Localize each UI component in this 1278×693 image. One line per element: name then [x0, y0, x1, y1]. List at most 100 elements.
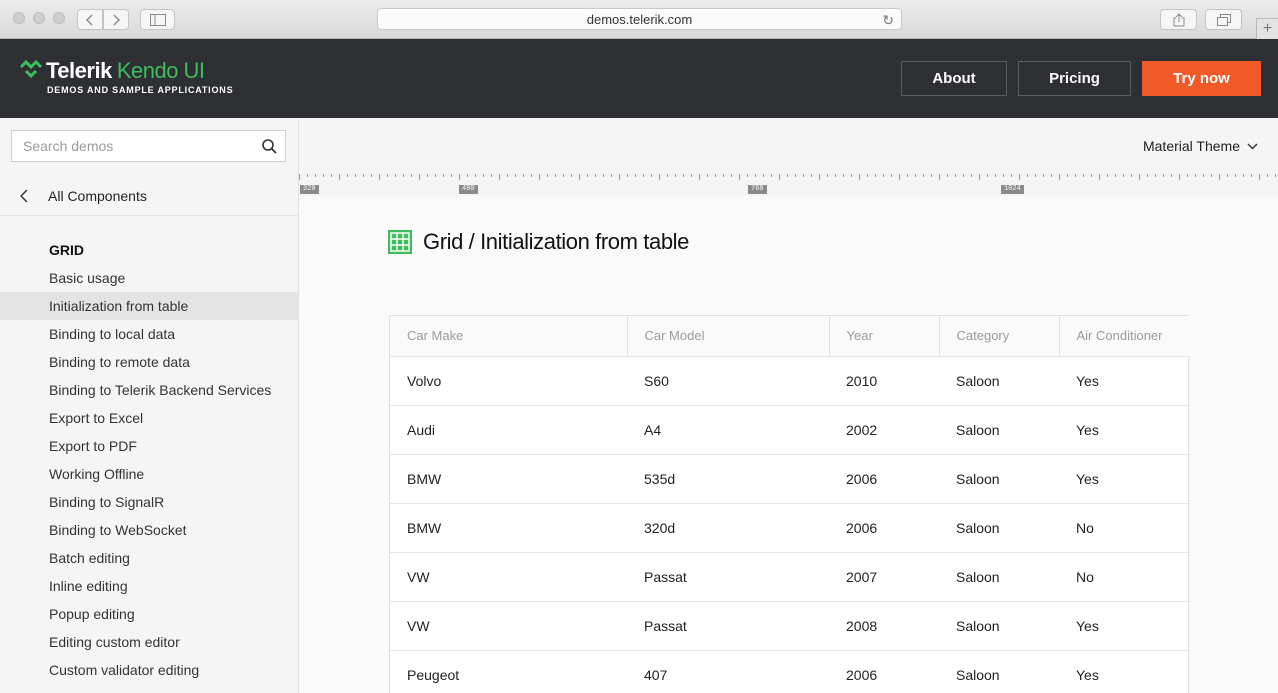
table-cell: Saloon: [939, 355, 1059, 405]
table-cell: 2006: [829, 649, 939, 693]
tabs-overview-button[interactable]: [1205, 9, 1242, 30]
table-row[interactable]: Audi A4 2002 Saloon Yes: [390, 404, 1190, 454]
logo[interactable]: Telerik Kendo UI DEMOS AND SAMPLE APPLIC…: [20, 58, 233, 95]
sidebar-item[interactable]: Inline editing: [0, 572, 298, 600]
brand-secondary: Kendo UI: [116, 58, 205, 83]
table-cell: Passat: [627, 551, 829, 601]
table-cell: Audi: [390, 404, 627, 454]
table-row[interactable]: VW Passat 2007 Saloon No: [390, 551, 1190, 601]
search-input[interactable]: [12, 131, 253, 161]
ruler-label: 768: [748, 185, 767, 194]
table-cell: A4: [627, 404, 829, 454]
sidebar-item[interactable]: Binding to WebSocket: [0, 516, 298, 544]
sidebar-item[interactable]: Basic usage: [0, 264, 298, 292]
table-cell: Yes: [1059, 453, 1190, 503]
table-row[interactable]: Volvo S60 2010 Saloon Yes: [390, 355, 1190, 405]
ruler-label: 1024: [1001, 185, 1024, 194]
chevron-right-icon: [113, 13, 120, 26]
brand-primary: Telerik: [46, 58, 112, 83]
table-row[interactable]: VW Passat 2008 Saloon Yes: [390, 600, 1190, 650]
column-header[interactable]: Car Make: [390, 316, 627, 356]
site-header: Telerik Kendo UI DEMOS AND SAMPLE APPLIC…: [0, 39, 1278, 118]
column-header[interactable]: Category: [938, 316, 1059, 356]
ruler-label: 320: [300, 185, 319, 194]
table-cell: BMW: [390, 453, 627, 503]
reload-icon[interactable]: ↻: [882, 12, 894, 29]
grid-icon: [388, 230, 412, 254]
table-cell: Saloon: [939, 404, 1059, 454]
forward-nav-button[interactable]: [103, 9, 129, 30]
sidebar-item[interactable]: Binding to SignalR: [0, 488, 298, 516]
table-cell: Volvo: [390, 355, 627, 405]
sidebar-item[interactable]: Popup editing: [0, 600, 298, 628]
table-cell: Passat: [627, 600, 829, 650]
table-cell: VW: [390, 551, 627, 601]
table-cell: Saloon: [939, 453, 1059, 503]
sidebar-item[interactable]: Working Offline: [0, 460, 298, 488]
theme-label: Material Theme: [1142, 138, 1240, 154]
zoom-window-button[interactable]: [53, 12, 65, 24]
table-cell: 2002: [829, 404, 939, 454]
all-components-label: All Components: [48, 187, 147, 204]
sidebar-item[interactable]: Export to PDF: [0, 432, 298, 460]
table-cell: 2006: [829, 502, 939, 552]
grid-header-row: Car Make Car Model Year Category Air Conditi…: [390, 316, 1190, 356]
all-components-link[interactable]: All Components: [0, 176, 298, 216]
ruler-label: 480: [459, 185, 478, 194]
table-cell: 535d: [627, 453, 829, 503]
table-row[interactable]: BMW 535d 2006 Saloon Yes: [390, 453, 1190, 503]
table-cell: Saloon: [939, 551, 1059, 601]
back-nav-button[interactable]: [77, 9, 103, 30]
table-cell: Saloon: [939, 600, 1059, 650]
sidebar-item[interactable]: Binding to local data: [0, 320, 298, 348]
try-now-button[interactable]: Try now: [1142, 61, 1261, 96]
sidebar-icon: [149, 13, 166, 26]
share-icon: [1173, 12, 1184, 26]
chevron-left-icon: [0, 188, 48, 203]
table-cell: Yes: [1059, 600, 1190, 650]
table-row[interactable]: Peugeot 407 2006 Saloon Yes: [390, 649, 1190, 693]
about-button[interactable]: About: [901, 61, 1007, 96]
table-cell: Yes: [1059, 649, 1190, 693]
new-tab-button[interactable]: +: [1256, 18, 1278, 39]
table-cell: No: [1059, 502, 1190, 552]
table-cell: Saloon: [939, 502, 1059, 552]
table-cell: Yes: [1059, 355, 1190, 405]
minimize-window-button[interactable]: [33, 12, 45, 24]
viewport-ruler: 320 480 768 1024: [299, 174, 1278, 196]
sidebar-item[interactable]: Custom validator editing: [0, 656, 298, 684]
sidebar-item[interactable]: Binding to remote data: [0, 348, 298, 376]
chevron-left-icon: [86, 13, 93, 26]
table-cell: No: [1059, 551, 1190, 601]
content-topbar: Material Theme: [299, 118, 1278, 174]
theme-selector[interactable]: Material Theme: [1143, 138, 1258, 154]
table-cell: Yes: [1059, 404, 1190, 454]
table-cell: 2008: [829, 600, 939, 650]
table-cell: 2007: [829, 551, 939, 601]
column-header[interactable]: Car Model: [626, 316, 829, 356]
column-header[interactable]: Year: [828, 316, 939, 356]
address-bar[interactable]: demos.telerik.com ↻: [377, 8, 902, 30]
demo-nav-list: Basic usage Initialization from table Bind…: [0, 264, 298, 684]
column-header[interactable]: Air Conditioner: [1058, 316, 1190, 356]
ruler-ticks: [299, 174, 1276, 180]
share-button[interactable]: [1160, 9, 1197, 30]
nav-group-title: GRID: [49, 242, 84, 258]
table-cell: 2006: [829, 453, 939, 503]
telerik-logo-icon: [20, 60, 42, 79]
chevron-down-icon: [1247, 143, 1258, 149]
browser-toolbar: demos.telerik.com ↻ +: [0, 0, 1278, 39]
sidebar-toggle-button[interactable]: [140, 9, 175, 30]
table-cell: BMW: [390, 502, 627, 552]
table-row[interactable]: BMW 320d 2006 Saloon No: [390, 502, 1190, 552]
sidebar-item[interactable]: Editing custom editor: [0, 628, 298, 656]
sidebar-item[interactable]: Initialization from table: [0, 292, 298, 320]
sidebar-item[interactable]: Export to Excel: [0, 404, 298, 432]
close-window-button[interactable]: [13, 12, 25, 24]
brand-tagline: DEMOS AND SAMPLE APPLICATIONS: [47, 85, 234, 95]
sidebar-item[interactable]: Binding to Telerik Backend Services: [0, 376, 298, 404]
search-icon[interactable]: [253, 138, 285, 154]
pricing-button[interactable]: Pricing: [1018, 61, 1131, 96]
tabs-icon: [1216, 13, 1231, 26]
sidebar-item[interactable]: Batch editing: [0, 544, 298, 572]
